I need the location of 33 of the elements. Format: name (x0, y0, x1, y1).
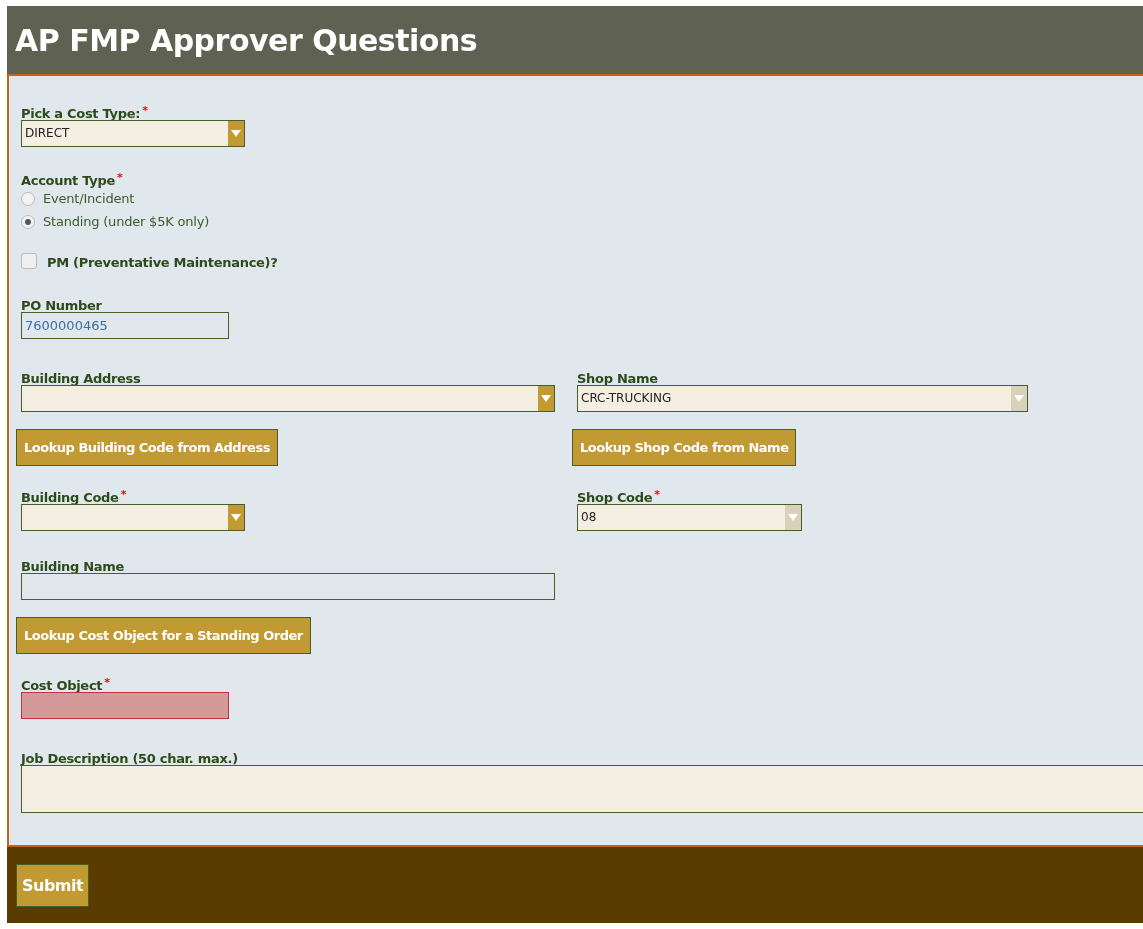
radio-label: Event/Incident (43, 191, 135, 206)
cost-object-field[interactable] (21, 692, 229, 719)
po-number-field[interactable]: 7600000465 (21, 312, 229, 339)
field-label: Shop Code (577, 490, 653, 505)
required-mark: * (104, 678, 110, 688)
lookup-button[interactable]: Lookup Shop Code from Name (572, 429, 797, 466)
checkbox-label: PM (Preventative Maintenance)? (47, 255, 278, 270)
checkbox[interactable] (21, 252, 37, 269)
required-mark: * (120, 490, 127, 500)
page-title: AP FMP Approver Questions (15, 22, 478, 58)
field-label: Building Name (21, 559, 125, 574)
radio-label: Standing (under $5K only) (43, 214, 210, 229)
field-label: Pick a Cost Type: (21, 106, 141, 121)
field-label: Building Address (21, 371, 141, 386)
field-label: Cost Object (21, 678, 103, 693)
required-mark: * (654, 490, 661, 500)
dropdown-field[interactable] (21, 504, 245, 531)
field-label: Job Description (50 char. max.) (21, 751, 238, 766)
field-label: Account Type (21, 173, 115, 188)
submit-button[interactable]: Submit (16, 863, 90, 907)
field-label: Shop Name (577, 371, 658, 386)
radio-button[interactable] (21, 191, 35, 206)
lookup-button[interactable]: Lookup Building Code from Address (16, 429, 278, 466)
dropdown-field[interactable]: DIRECT (21, 120, 245, 147)
field-label: PO Number (21, 298, 102, 313)
radio-button[interactable] (21, 214, 35, 229)
job-description-field[interactable] (21, 765, 1143, 813)
lookup-button[interactable]: Lookup Cost Object for a Standing Order (16, 617, 311, 654)
field-label: Building Code (21, 490, 119, 505)
building-name-field[interactable] (21, 573, 555, 600)
required-mark: * (117, 173, 123, 183)
required-mark: * (142, 106, 148, 116)
dropdown-field[interactable] (21, 385, 555, 412)
